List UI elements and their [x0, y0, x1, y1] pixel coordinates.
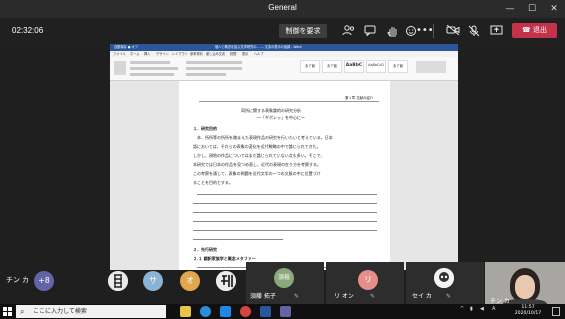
edge-icon[interactable]	[200, 306, 211, 317]
paste-icon[interactable]	[114, 61, 126, 75]
word-titlebar: 自動保存 ● オフ 個人と概念を結ぶ文学研究の... — 文書の表示の強調 - …	[110, 44, 458, 51]
paragraph-line: この考察を通して、表象の問題を近代文学の一つの文脈の中に位置づけ	[193, 171, 321, 176]
editing-tools[interactable]	[416, 61, 446, 73]
self-camera-tile[interactable]: チン カ	[485, 262, 565, 307]
doc-title: 両所に関する表象論的の研究分析	[241, 108, 301, 113]
avatar	[434, 268, 454, 288]
meeting-timer: 02:32:06	[12, 26, 44, 35]
ime-icon[interactable]: A	[492, 306, 495, 312]
camera-icon[interactable]	[446, 24, 460, 37]
mic-off-icon[interactable]	[467, 25, 481, 37]
word-document-title: 個人と概念を結ぶ文学研究の... — 文書の表示の強調 - Word	[215, 45, 302, 49]
taskbar-clock[interactable]: 11:57 2020/10/17	[508, 305, 548, 317]
paragraph-line: ることを目的とする。	[193, 180, 233, 185]
meeting-toolbar: 02:32:06 制御を要求 ••• ☎ 退出	[0, 18, 565, 44]
paragraph-line: 本、所所等の所所を踏まえた表現作品の研究を行いたいと考えている。日本	[197, 135, 333, 140]
avatar: リ	[358, 270, 378, 290]
store-icon[interactable]	[220, 306, 231, 317]
paragraph-line: しかし、現地の作品についてはまだ論じられていない点も多い。そこで、	[193, 153, 325, 158]
shared-screen: 自動保存 ● オフ 個人と概念を結ぶ文学研究の... — 文書の表示の強調 - …	[110, 44, 458, 270]
text-line	[193, 212, 377, 214]
header-rule	[199, 101, 379, 102]
text-line	[193, 221, 377, 223]
teams-icon[interactable]	[280, 306, 291, 317]
share-icon[interactable]	[489, 25, 503, 37]
more-icon[interactable]: •••	[416, 25, 434, 37]
presenter-name: チン カ	[6, 277, 29, 284]
participant-tile[interactable]: 須裕 須藤 拓子 ✎	[246, 262, 324, 304]
chat-icon[interactable]	[363, 25, 377, 37]
paragraph-line: 本研究では日本の作品を見つめ直し、近代の表現の在り方を考察する。	[193, 162, 321, 167]
mic-off-icon: ✎	[370, 293, 376, 300]
style-gallery-item[interactable]: あア亜	[322, 60, 342, 73]
leave-button[interactable]: ☎ 退出	[512, 23, 557, 38]
camera-person-face	[515, 275, 535, 299]
autosave-label: 自動保存 ● オフ	[114, 45, 138, 49]
mic-off-icon: ✎	[446, 293, 452, 300]
paragraph-tools[interactable]	[186, 61, 242, 64]
minimize-icon[interactable]: —	[499, 0, 521, 18]
notification-icon[interactable]	[552, 307, 560, 316]
file-explorer-icon[interactable]	[180, 306, 191, 317]
shading-tools[interactable]	[186, 73, 226, 76]
phone-icon: ☎	[522, 26, 531, 34]
tray-chevron-icon[interactable]: ^	[460, 306, 464, 312]
window-title: General	[268, 3, 297, 12]
style-gallery-item[interactable]: AaBbC	[344, 60, 364, 73]
section-heading: １．研究目的	[193, 126, 217, 131]
window-titlebar: General — ☐ ✕	[0, 0, 565, 18]
style-gallery-item[interactable]: あア亜	[388, 60, 408, 73]
mic-off-icon: ✎	[294, 293, 300, 300]
close-icon[interactable]: ✕	[543, 0, 565, 18]
search-placeholder: ここに入力して検索	[33, 308, 87, 315]
overflow-participants[interactable]: +8	[34, 271, 54, 291]
text-line	[193, 230, 377, 232]
hand-icon[interactable]	[385, 25, 399, 37]
alignment-tools[interactable]	[186, 67, 242, 70]
participant-name: セイ カ	[412, 293, 432, 300]
clock-date: 2020/10/17	[514, 311, 542, 316]
people-icon[interactable]	[341, 25, 355, 37]
style-gallery-item[interactable]: AaBbCcD	[366, 60, 386, 73]
doc-subtitle: ー「ギボレッ」を中心にー	[257, 115, 305, 120]
participant-name: 須藤 拓子	[250, 293, 276, 300]
text-line	[193, 203, 377, 205]
text-line	[193, 239, 283, 241]
font-selector[interactable]	[130, 61, 170, 64]
participant-name: リ オン	[334, 293, 354, 300]
avatar[interactable]	[108, 271, 128, 291]
word-icon[interactable]	[260, 306, 271, 317]
toolbar-divider	[433, 24, 434, 38]
font-format-tools[interactable]	[130, 67, 178, 70]
request-control-button[interactable]: 制御を要求	[279, 24, 327, 38]
avatar: 須裕	[274, 268, 294, 288]
participant-tile[interactable]: セイ カ ✎	[406, 262, 484, 304]
chrome-icon[interactable]	[240, 306, 251, 317]
word-ribbon: あア亜 あア亜 AaBbC AaBbCcD あア亜	[110, 57, 458, 81]
search-icon: ⌕	[20, 307, 25, 316]
windows-start-icon[interactable]	[3, 307, 12, 316]
maximize-icon[interactable]: ☐	[521, 0, 543, 18]
network-icon[interactable]: ▮	[470, 306, 473, 312]
taskbar: ⌕ ここに入力して検索 ^ ▮ ◀ A 11:57 2020/10/17	[0, 304, 565, 319]
text-line	[197, 194, 377, 196]
avatar[interactable]: サ	[143, 271, 163, 291]
taskbar-search[interactable]: ⌕ ここに入力して検索	[16, 305, 166, 318]
avatar[interactable]	[216, 271, 236, 291]
avatar[interactable]: オ	[180, 271, 200, 291]
participant-tile[interactable]: リ リ オン ✎	[326, 262, 404, 304]
document-page[interactable]: 第１章 文献の紹介 両所に関する表象論的の研究分析 ー「ギボレッ」を中心にー １…	[179, 81, 390, 270]
leave-label: 退出	[532, 26, 547, 34]
style-gallery-item[interactable]: あア亜	[300, 60, 320, 73]
paragraph-line: 語においては、それらの表象の変化を近代戦略の中で論じられてきた。	[193, 144, 321, 149]
section-heading: ２．先行研究	[193, 247, 217, 252]
font-color-tools[interactable]	[130, 73, 174, 76]
volume-icon[interactable]: ◀	[480, 306, 484, 312]
